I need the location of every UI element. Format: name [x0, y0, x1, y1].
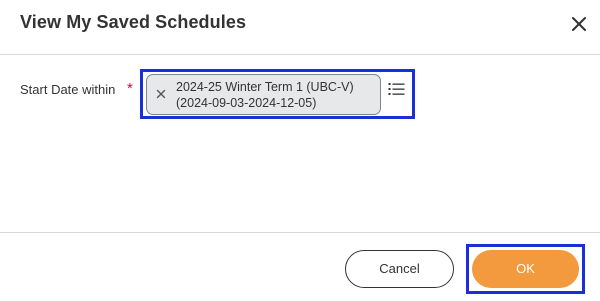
- remove-icon: [156, 89, 166, 99]
- cancel-button[interactable]: Cancel: [345, 250, 454, 288]
- selected-term-text: 2024-25 Winter Term 1 (UBC-V) (2024-09-0…: [176, 79, 376, 111]
- list-icon: [388, 83, 405, 95]
- footer-divider: [0, 232, 600, 233]
- dialog-header: View My Saved Schedules: [0, 0, 600, 55]
- prompt-list-button[interactable]: [388, 81, 406, 97]
- remove-selection-button[interactable]: [156, 89, 166, 99]
- selected-term-name: 2024-25 Winter Term 1 (UBC-V): [176, 80, 354, 94]
- close-icon: [572, 17, 586, 31]
- required-indicator: *: [127, 80, 133, 97]
- close-button[interactable]: [566, 11, 592, 37]
- dialog: View My Saved Schedules Start Date withi…: [0, 0, 600, 301]
- selected-term-pill[interactable]: 2024-25 Winter Term 1 (UBC-V) (2024-09-0…: [146, 74, 381, 115]
- selected-term-dates: (2024-09-03-2024-12-05): [176, 96, 317, 110]
- ok-button[interactable]: OK: [472, 250, 579, 288]
- start-date-label: Start Date within: [20, 82, 116, 97]
- dialog-title: View My Saved Schedules: [20, 12, 247, 32]
